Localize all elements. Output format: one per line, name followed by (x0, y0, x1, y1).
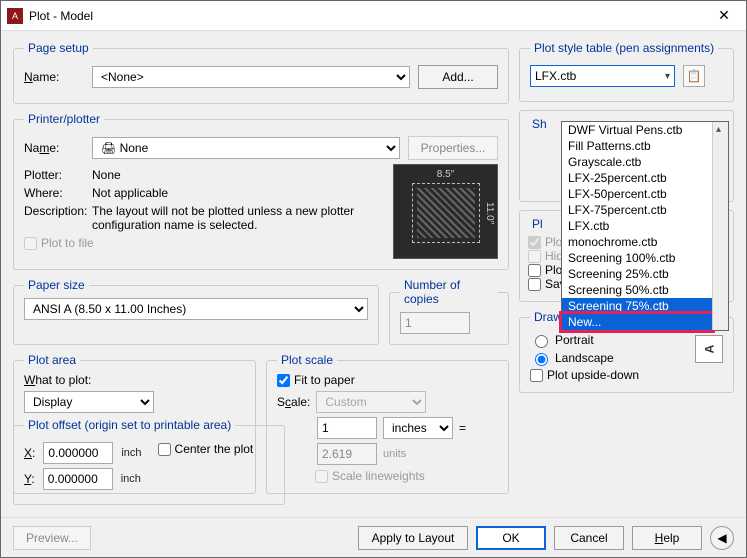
plot-offset-legend: Plot offset (origin set to printable are… (24, 418, 235, 432)
fit-to-paper-checkbox[interactable]: Fit to paper (277, 373, 498, 387)
upside-down-checkbox[interactable]: Plot upside-down (530, 368, 723, 382)
plot-style-option[interactable]: DWF Virtual Pens.ctb (562, 122, 712, 138)
plot-scale-legend: Plot scale (277, 353, 337, 367)
plot-style-legend: Plot style table (pen assignments) (530, 41, 718, 55)
plot-style-option[interactable]: Screening 25%.ctb (562, 266, 712, 282)
plot-style-option[interactable]: Grayscale.ctb (562, 154, 712, 170)
ok-button[interactable]: OK (476, 526, 546, 550)
plot-style-option-new[interactable]: New... (562, 314, 712, 330)
offset-y-input[interactable] (43, 468, 113, 490)
scale-select: Custom (316, 391, 426, 413)
page-setup-name-select[interactable]: <None> (92, 66, 410, 88)
help-button[interactable]: Help (632, 526, 702, 550)
scale-num1[interactable] (317, 417, 377, 439)
where-value: Not applicable (92, 186, 168, 200)
plot-style-group: Plot style table (pen assignments) LFX.c… (519, 41, 734, 102)
copies-legend: Number of copies (400, 278, 498, 306)
dropdown-scrollbar[interactable] (712, 122, 728, 330)
orientation-icon: A (695, 335, 723, 363)
paper-size-legend: Paper size (24, 278, 89, 292)
plot-scale-group: Plot scale Fit to paper Scale: Custom in… (266, 353, 509, 494)
plot-style-option[interactable]: monochrome.ctb (562, 234, 712, 250)
plot-style-option[interactable]: Screening 50%.ctb (562, 282, 712, 298)
printer-group: Printer/plotter Name: 🖨 None Properties.… (13, 112, 509, 270)
copies-input (400, 312, 470, 334)
scale-unit1[interactable]: inches (383, 417, 453, 439)
plot-style-option[interactable]: LFX.ctb (562, 218, 712, 234)
button-bar: Preview... Apply to Layout OK Cancel Hel… (1, 517, 746, 557)
edit-plot-style-button[interactable]: 📋 (683, 65, 705, 87)
printer-name-select[interactable]: 🖨 None (92, 137, 400, 159)
plot-style-option[interactable]: Fill Patterns.ctb (562, 138, 712, 154)
plot-style-option[interactable]: Screening 100%.ctb (562, 250, 712, 266)
apply-to-layout-button[interactable]: Apply to Layout (358, 526, 468, 550)
scale-lineweights-checkbox: Scale lineweights (315, 469, 498, 483)
offset-x-label: X: (24, 446, 35, 460)
plotter-value: None (92, 168, 121, 182)
plot-style-option[interactable]: LFX-50percent.ctb (562, 186, 712, 202)
plot-style-select[interactable]: LFX.ctb▾ (530, 65, 675, 87)
plotter-label: Plotter: (24, 168, 84, 182)
equals-label: = (459, 421, 466, 435)
chevron-down-icon: ▾ (665, 71, 670, 82)
properties-button: Properties... (408, 136, 498, 160)
paper-height-dim: 11.0″ (484, 185, 495, 242)
desc-label: Description: (24, 204, 84, 218)
plot-area-legend: Plot area (24, 353, 80, 367)
app-icon: A (7, 8, 23, 24)
page-setup-legend: Page setup (24, 41, 93, 55)
landscape-radio[interactable]: Landscape (530, 350, 687, 366)
page-setup-name-label: Name: (24, 70, 84, 84)
page-setup-group: Page setup Name: <None> Add... (13, 41, 509, 104)
paper-size-select[interactable]: ANSI A (8.50 x 11.00 Inches) (24, 298, 368, 320)
desc-value: The layout will not be plotted unless a … (92, 204, 385, 232)
where-label: Where: (24, 186, 84, 200)
add-button[interactable]: Add... (418, 65, 498, 89)
scale-num2 (317, 443, 377, 465)
plot-dialog: A Plot - Model ✕ Page setup Name: <None>… (0, 0, 747, 558)
titlebar: A Plot - Model ✕ (1, 1, 746, 31)
center-plot-checkbox[interactable]: Center the plot (158, 442, 254, 456)
preview-button: Preview... (13, 526, 91, 550)
plot-style-option[interactable]: Screening 75%.ctb (562, 298, 712, 314)
what-to-plot-select[interactable]: Display (24, 391, 154, 413)
paper-size-group: Paper size ANSI A (8.50 x 11.00 Inches) (13, 278, 379, 345)
collapse-button[interactable]: ◀ (710, 526, 734, 550)
offset-y-label: Y: (24, 472, 35, 486)
cancel-button[interactable]: Cancel (554, 526, 624, 550)
paper-preview: 8.5″ 11.0″ (393, 164, 498, 259)
paper-width-dim: 8.5″ (414, 169, 477, 180)
plot-to-file-checkbox[interactable]: Plot to file (24, 236, 385, 250)
plot-style-option[interactable]: LFX-25percent.ctb (562, 170, 712, 186)
printer-legend: Printer/plotter (24, 112, 104, 126)
plot-offset-group: Plot offset (origin set to printable are… (13, 418, 285, 505)
scale-label: Scale: (277, 395, 310, 409)
scale-unit2: units (383, 448, 406, 460)
window-title: Plot - Model (29, 9, 702, 23)
close-button[interactable]: ✕ (702, 1, 746, 31)
what-to-plot-label: What to plot: (24, 373, 245, 387)
offset-x-input[interactable] (43, 442, 113, 464)
printer-name-label: Name: (24, 141, 84, 155)
portrait-radio[interactable]: Portrait (530, 332, 687, 348)
copies-group: Number of copies (389, 278, 509, 345)
plot-style-dropdown[interactable]: DWF Virtual Pens.ctb Fill Patterns.ctb G… (561, 121, 729, 331)
plot-style-option[interactable]: LFX-75percent.ctb (562, 202, 712, 218)
